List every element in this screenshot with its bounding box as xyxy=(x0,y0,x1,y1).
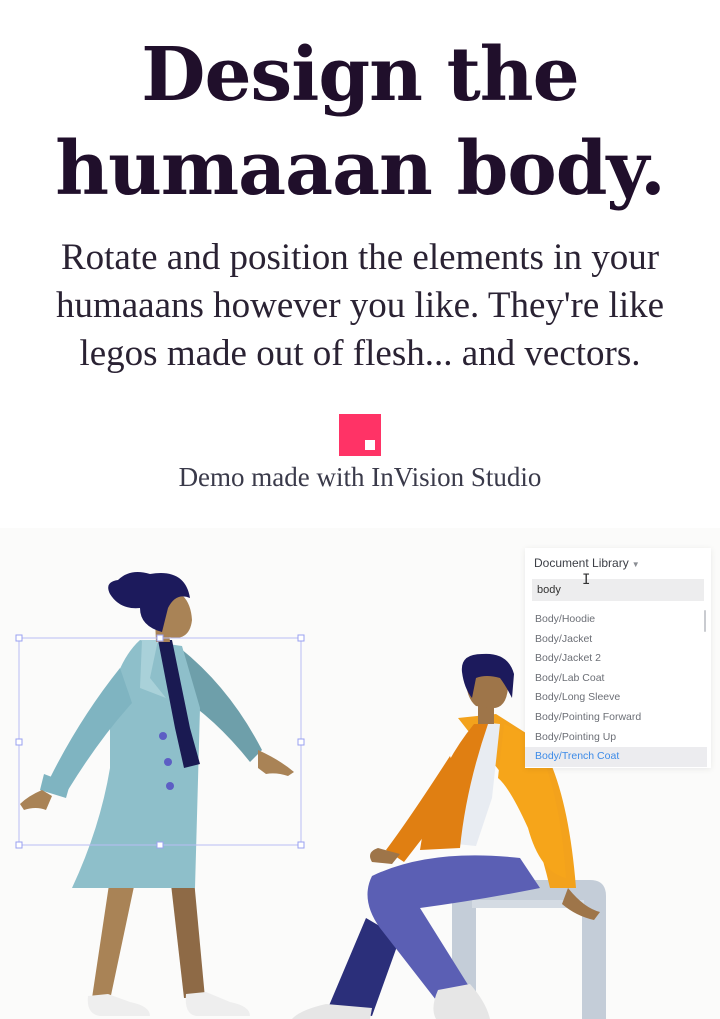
hero-headline: Design the humaaan body. xyxy=(0,28,720,216)
resize-handle[interactable] xyxy=(297,738,305,746)
list-item[interactable]: Body/Lab Coat xyxy=(525,669,707,689)
panel-title-label: Document Library xyxy=(534,556,629,570)
list-item[interactable]: Body/Pointing Forward xyxy=(525,708,707,728)
scrollbar[interactable] xyxy=(704,610,706,632)
library-results-list: Body/Hoodie Body/Jacket Body/Jacket 2 Bo… xyxy=(525,610,707,767)
caret-down-icon[interactable]: ▼ xyxy=(632,560,640,569)
headline-line-1: Design the xyxy=(141,32,579,118)
list-item-selected[interactable]: Body/Trench Coat xyxy=(525,747,707,767)
subtitle-line-3: legos made out of flesh... and vectors. xyxy=(79,333,641,374)
library-search-input[interactable] xyxy=(532,579,704,601)
resize-handle[interactable] xyxy=(156,841,164,849)
resize-handle[interactable] xyxy=(15,634,23,642)
resize-handle[interactable] xyxy=(297,634,305,642)
list-item[interactable]: Body/Pointing Up xyxy=(525,728,707,748)
list-item[interactable]: Body/Long Sleeve xyxy=(525,688,707,708)
list-item[interactable]: Body/Hoodie xyxy=(525,610,707,630)
resize-handle[interactable] xyxy=(297,841,305,849)
text-cursor-icon: I xyxy=(582,572,591,588)
document-library-panel: Document Library▼ I Body/Hoodie Body/Jac… xyxy=(525,548,711,768)
resize-handle[interactable] xyxy=(15,841,23,849)
invision-logo-icon xyxy=(339,414,381,456)
panel-title[interactable]: Document Library ▼ xyxy=(534,556,640,570)
hero-subtitle: Rotate and position the elements in your… xyxy=(30,234,690,378)
demo-canvas: Document Library▼ I Body/Hoodie Body/Jac… xyxy=(0,528,720,1019)
subtitle-line-2: humaaans however you like. They're like xyxy=(55,285,665,326)
resize-handle[interactable] xyxy=(15,738,23,746)
subtitle-line-1: Rotate and position the elements in your xyxy=(60,237,660,278)
headline-line-2: humaaan body. xyxy=(55,126,665,212)
resize-handle[interactable] xyxy=(156,634,164,642)
demo-credit: Demo made with InVision Studio xyxy=(178,462,542,492)
list-item[interactable]: Body/Jacket 2 xyxy=(525,649,707,669)
list-item[interactable]: Body/Jacket xyxy=(525,630,707,650)
